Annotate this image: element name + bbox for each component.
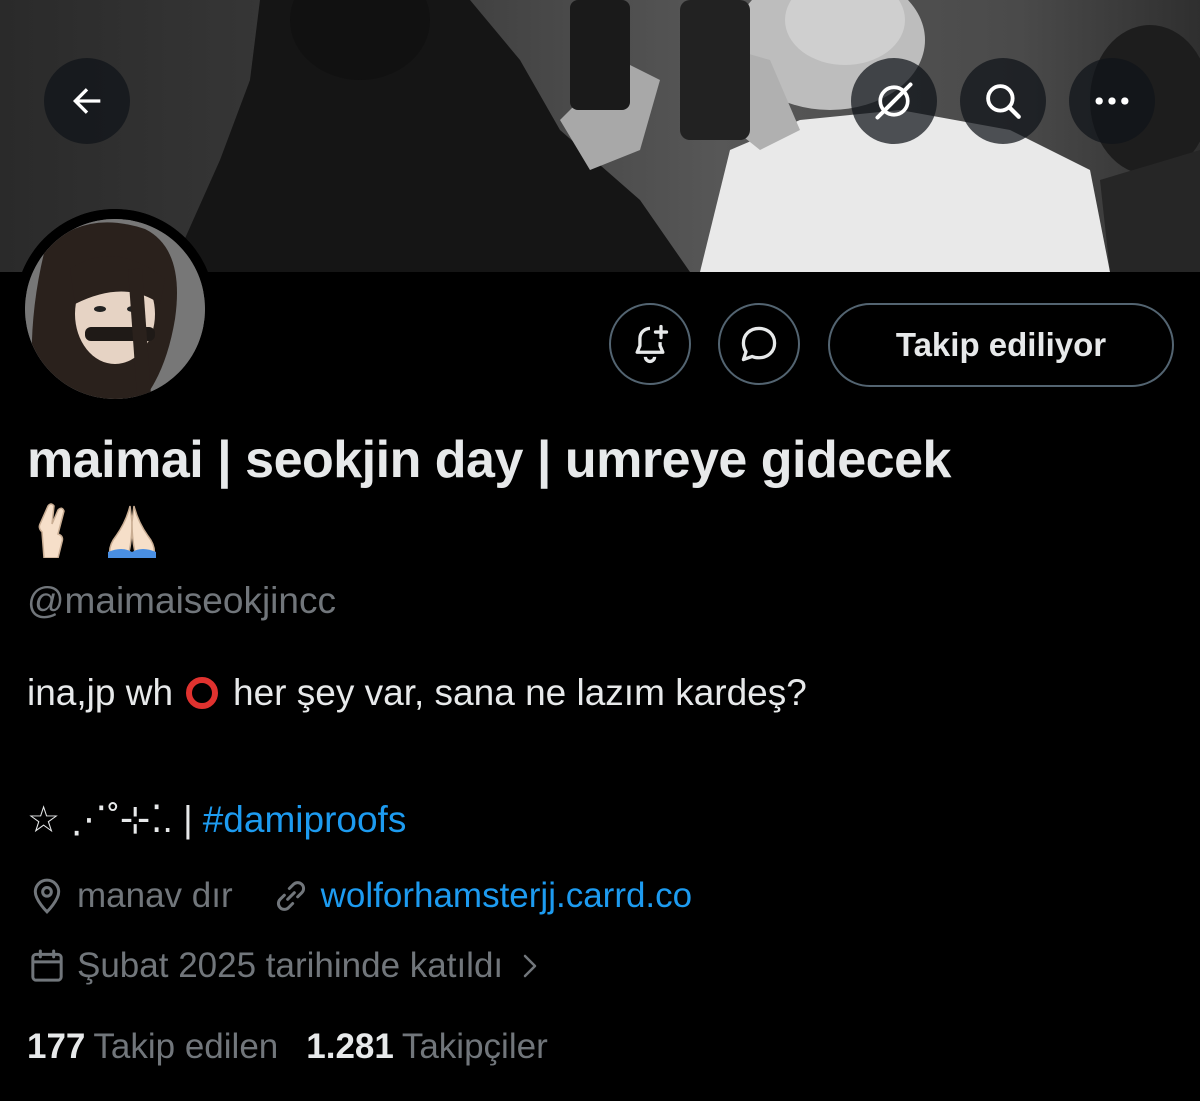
notify-button[interactable] <box>609 303 691 385</box>
bell-plus-icon <box>635 324 669 363</box>
bio-line-1: ina,jp wh her şey var, sana ne lazım kar… <box>27 672 807 714</box>
follow-stats: 177 Takip edilen 1.281 Takipçiler <box>27 1027 548 1067</box>
crossed-fingers-emoji <box>28 502 76 570</box>
followers-link[interactable]: 1.281 Takipçiler <box>306 1027 547 1067</box>
following-count: 177 <box>27 1027 86 1066</box>
search-icon <box>986 84 1021 119</box>
arrow-left-icon <box>73 88 101 114</box>
folded-hands-emoji <box>102 502 162 570</box>
followers-count: 1.281 <box>306 1027 394 1066</box>
name-emoji-row <box>28 502 162 570</box>
location-text: manav dır <box>77 876 233 915</box>
search-button[interactable] <box>960 58 1046 144</box>
calendar-icon <box>31 949 63 982</box>
message-bubble-icon <box>741 326 777 362</box>
profile-meta-row: manav dır wolforhamsterjj.carrd.co <box>27 876 692 916</box>
following-link[interactable]: 177 Takip edilen <box>27 1027 278 1067</box>
display-name: maimai | seokjin day | umreye gidecek <box>27 431 951 489</box>
followers-label: Takipçiler <box>401 1027 548 1066</box>
grok-button[interactable] <box>851 58 937 144</box>
bio-line-2: ☆ ⋰˚⊹⁚. | #damiproofs <box>27 798 406 841</box>
bio-decoration: ☆ ⋰˚⊹⁚. | <box>27 799 193 840</box>
back-button[interactable] <box>44 58 130 144</box>
avatar-photo <box>15 209 215 409</box>
following-button[interactable]: Takip ediliyor <box>828 303 1174 387</box>
message-button[interactable] <box>718 303 800 385</box>
bio-text-2: her şey var, sana ne lazım kardeş? <box>233 672 807 713</box>
grok-icon <box>875 82 913 120</box>
following-label: Takip edilen <box>93 1027 279 1066</box>
more-button[interactable] <box>1069 58 1155 144</box>
website-link[interactable]: wolforhamsterjj.carrd.co <box>321 876 693 916</box>
profile-banner[interactable] <box>0 0 1200 272</box>
bio-text-1: ina,jp wh <box>27 672 174 713</box>
hashtag-link[interactable]: #damiproofs <box>203 799 407 841</box>
handle: @maimaiseokjincc <box>27 580 336 621</box>
more-horizontal-icon <box>1095 97 1129 105</box>
location-pin-icon <box>33 878 61 914</box>
link-icon <box>276 881 305 911</box>
avatar[interactable] <box>15 209 215 409</box>
hollow-red-circle-emoji <box>185 676 219 710</box>
joined-row[interactable]: Şubat 2025 tarihinde katıldı <box>27 946 545 986</box>
joined-date: Şubat 2025 tarihinde katıldı <box>77 946 504 985</box>
chevron-right-icon <box>523 954 537 978</box>
